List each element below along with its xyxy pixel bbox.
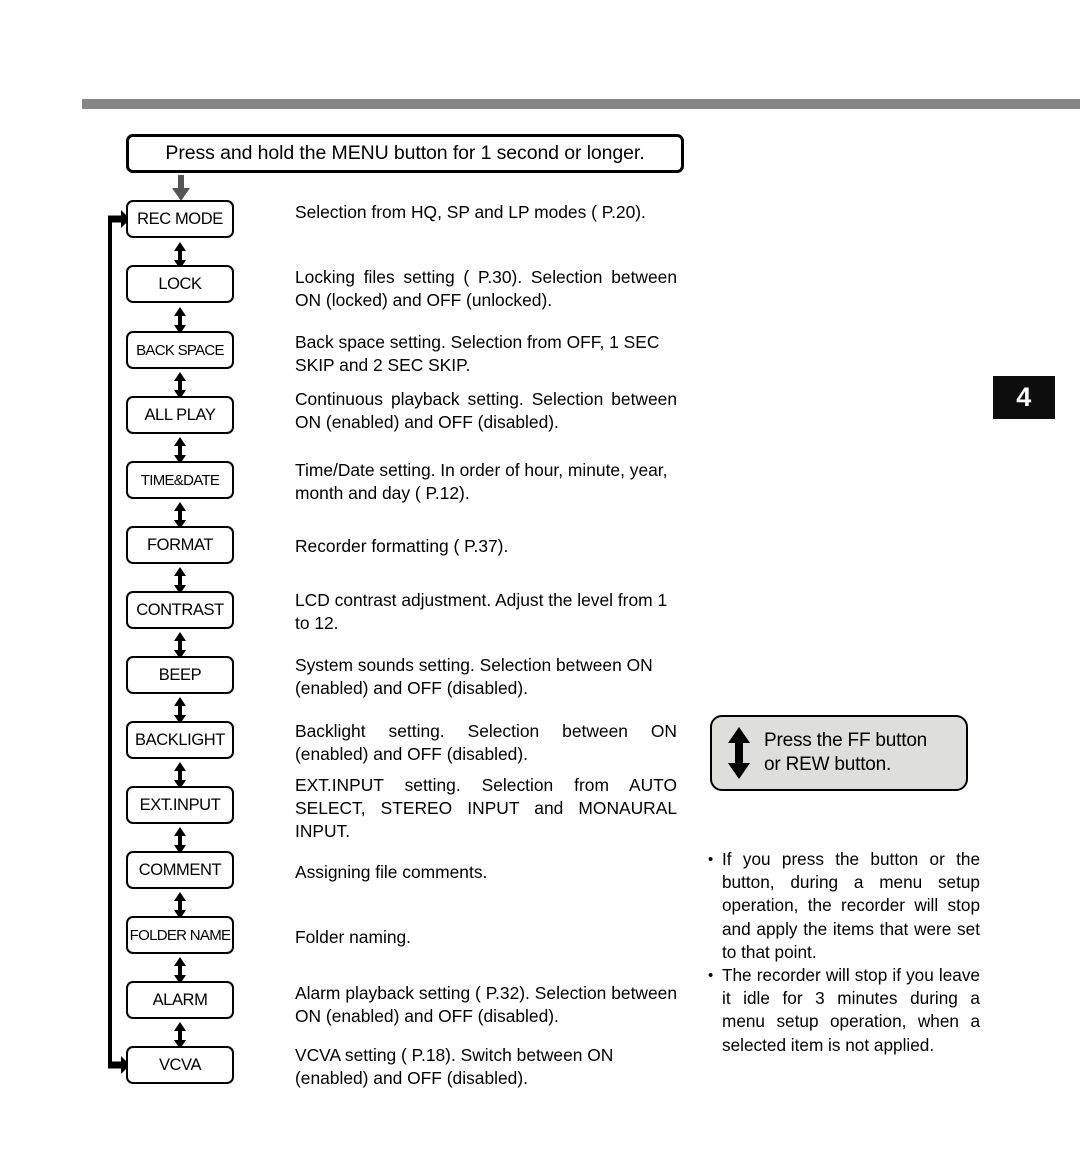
note-item: • If you press the button or the button,…: [708, 848, 980, 964]
menu-box-label: CONTRAST: [136, 600, 224, 619]
menu-box-label: FOLDER NAME: [129, 926, 231, 944]
menu-description-contrast: LCD contrast adjustment. Adjust the leve…: [295, 590, 668, 633]
menu-box-label: ALARM: [152, 990, 208, 1009]
header-instruction-box: Press and hold the MENU button for 1 sec…: [126, 134, 684, 173]
menu-description-ext-input: EXT.INPUT setting. Selection from AUTO S…: [295, 775, 677, 841]
menu-box-label: EXT.INPUT: [139, 795, 221, 814]
ff-rew-callout-text: Press the FF button or REW button.: [764, 730, 928, 775]
menu-box-label: LOCK: [158, 274, 202, 293]
menu-description-folder-name: Folder naming.: [295, 927, 411, 947]
menu-box-label: REC MODE: [137, 209, 223, 228]
menu-connector-arrow-icon-3: [172, 437, 188, 464]
menu-box-label: BACK SPACE: [136, 341, 224, 359]
menu-connector-arrow-icon-12: [172, 1022, 188, 1049]
flow-down-arrow-icon: [172, 175, 190, 201]
note-bullet-icon: •: [708, 851, 714, 868]
menu-description-time-and-date: Time/Date setting. In order of hour, min…: [295, 460, 668, 503]
top-rule-divider: [82, 99, 1080, 109]
menu-description-beep: System sounds setting. Selection between…: [295, 655, 653, 698]
menu-box-label: BACKLIGHT: [135, 730, 225, 749]
menu-connector-arrow-icon-2: [172, 372, 188, 399]
menu-description-lock: Locking files setting ( P.30). Selection…: [295, 267, 677, 310]
menu-box-label: ALL PLAY: [144, 405, 216, 424]
menu-connector-arrow-icon-8: [172, 762, 188, 789]
menu-box-lock[interactable]: LOCK: [126, 265, 234, 303]
menu-box-all-play[interactable]: ALL PLAY: [126, 396, 234, 434]
menu-connector-arrow-icon-1: [172, 307, 188, 334]
menu-box-label: FORMAT: [146, 535, 214, 554]
menu-box-label: VCVA: [158, 1055, 202, 1074]
menu-box-alarm[interactable]: ALARM: [126, 981, 234, 1019]
menu-box-backlight[interactable]: BACKLIGHT: [126, 721, 234, 759]
menu-box-ext-input[interactable]: EXT.INPUT: [126, 786, 234, 824]
ff-rew-callout-box: Press the FF button or REW button.: [710, 715, 968, 791]
menu-box-label: COMMENT: [138, 860, 222, 879]
menu-loop-line: [108, 219, 112, 1066]
menu-box-label: TIME&DATE: [140, 471, 220, 489]
menu-description-vcva: VCVA setting ( P.18). Switch between ON …: [295, 1045, 614, 1088]
menu-connector-arrow-icon-9: [172, 827, 188, 854]
menu-box-format[interactable]: FORMAT: [126, 526, 234, 564]
menu-connector-arrow-icon-4: [172, 502, 188, 529]
menu-box-vcva[interactable]: VCVA: [126, 1046, 234, 1084]
menu-description-backlight: Backlight setting. Selection between ON …: [295, 721, 677, 764]
menu-connector-arrow-icon-5: [172, 567, 188, 594]
note-item: • The recorder will stop if you leave it…: [708, 964, 980, 1057]
menu-box-comment[interactable]: COMMENT: [126, 851, 234, 889]
menu-box-folder-name[interactable]: FOLDER NAME: [126, 916, 234, 954]
notes-list: • If you press the button or the button,…: [708, 848, 980, 1057]
page-number-tab: 4: [993, 376, 1055, 419]
menu-connector-arrow-icon-7: [172, 697, 188, 724]
menu-connector-arrow-icon-10: [172, 892, 188, 919]
menu-description-comment: Assigning file comments.: [295, 862, 488, 882]
menu-box-back-space[interactable]: BACK SPACE: [126, 331, 234, 369]
menu-description-format: Recorder formatting ( P.37).: [295, 536, 509, 556]
up-down-double-arrow-icon: [726, 727, 752, 779]
menu-description-alarm: Alarm playback setting ( P.32). Selectio…: [295, 983, 677, 1026]
menu-box-label: BEEP: [158, 665, 202, 684]
menu-connector-arrow-icon-11: [172, 957, 188, 984]
note-bullet-icon: •: [708, 967, 714, 985]
menu-box-rec-mode[interactable]: REC MODE: [126, 200, 234, 238]
menu-description-back-space: Back space setting. Selection from OFF, …: [295, 332, 660, 375]
menu-connector-arrow-icon-6: [172, 632, 188, 659]
menu-box-beep[interactable]: BEEP: [126, 656, 234, 694]
menu-description-all-play: Continuous playback setting. Selection b…: [295, 389, 677, 432]
header-instruction-text: Press and hold the MENU button for 1 sec…: [165, 142, 645, 164]
note-text: If you press the button or the button, d…: [722, 849, 980, 962]
note-text: The recorder will stop if you leave it i…: [722, 965, 980, 1055]
menu-description-rec-mode: Selection from HQ, SP and LP modes ( P.2…: [295, 202, 646, 222]
menu-box-contrast[interactable]: CONTRAST: [126, 591, 234, 629]
menu-box-time-and-date[interactable]: TIME&DATE: [126, 461, 234, 499]
